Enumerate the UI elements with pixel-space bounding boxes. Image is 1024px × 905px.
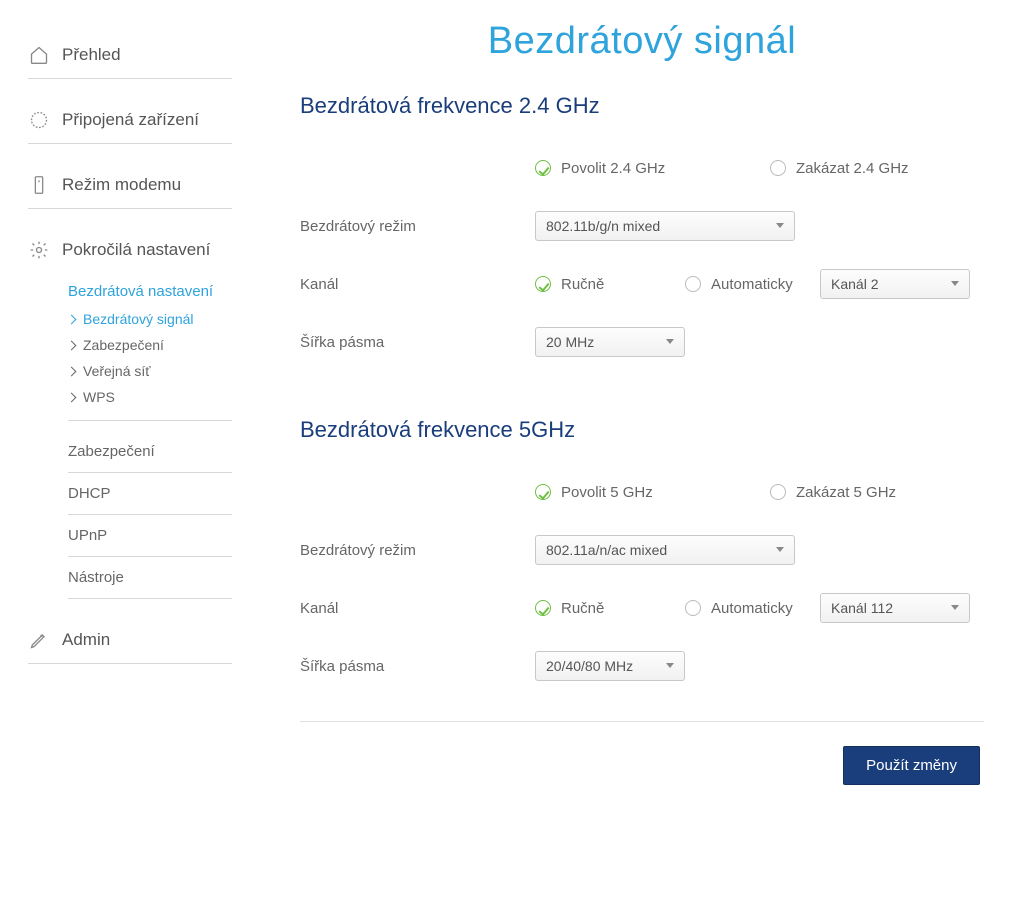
caret-down-icon xyxy=(951,281,959,286)
subnav-item-label: Zabezpečení xyxy=(83,337,164,353)
chevron-right-icon xyxy=(67,340,77,350)
select-5-channel[interactable]: Kanál 112 xyxy=(820,593,970,623)
subnav-item-signal[interactable]: Bezdrátový signál xyxy=(68,306,232,332)
nav-overview[interactable]: Přehled xyxy=(28,32,232,79)
select-5-mode-value: 802.11a/n/ac mixed xyxy=(546,542,667,558)
subnav-item-wps[interactable]: WPS xyxy=(68,384,232,410)
select-24-bandwidth-value: 20 MHz xyxy=(546,334,594,350)
subnav-plain-dhcp[interactable]: DHCP xyxy=(68,473,232,515)
radio-24-manual[interactable] xyxy=(535,276,551,292)
label-5-bandwidth: Šířka pásma xyxy=(300,658,535,675)
label-24-mode: Bezdrátový režim xyxy=(300,218,535,235)
row-24-bandwidth: Šířka pásma 20 MHz xyxy=(300,327,984,357)
chevron-right-icon xyxy=(67,392,77,402)
nav-admin[interactable]: Admin xyxy=(28,617,232,664)
label-24-channel: Kanál xyxy=(300,276,535,293)
radio-5-enable-label[interactable]: Povolit 5 GHz xyxy=(561,484,653,501)
divider xyxy=(300,721,984,722)
nav-devices[interactable]: Připojená zařízení xyxy=(28,97,232,144)
sidebar: Přehled Připojená zařízení Režim modemu … xyxy=(0,0,260,905)
radio-5-disable[interactable] xyxy=(770,484,786,500)
row-5-enable: Povolit 5 GHz Zakázat 5 GHz xyxy=(300,477,984,507)
select-5-bandwidth[interactable]: 20/40/80 MHz xyxy=(535,651,685,681)
actions-bar: Použít změny xyxy=(300,746,984,785)
row-5-bandwidth: Šířka pásma 20/40/80 MHz xyxy=(300,651,984,681)
caret-down-icon xyxy=(666,663,674,668)
radio-24-enable-label[interactable]: Povolit 2.4 GHz xyxy=(561,160,665,177)
caret-down-icon xyxy=(776,223,784,228)
select-24-mode[interactable]: 802.11b/g/n mixed xyxy=(535,211,795,241)
nav-admin-label: Admin xyxy=(62,630,110,650)
label-5-mode: Bezdrátový režim xyxy=(300,542,535,559)
radio-24-auto[interactable] xyxy=(685,276,701,292)
subnav-wireless-header[interactable]: Bezdrátová nastavení xyxy=(68,273,232,306)
row-5-mode: Bezdrátový režim 802.11a/n/ac mixed xyxy=(300,535,984,565)
subnav-item-security[interactable]: Zabezpečení xyxy=(68,332,232,358)
section-24ghz: Bezdrátová frekvence 2.4 GHz Povolit 2.4… xyxy=(300,93,984,357)
caret-down-icon xyxy=(776,547,784,552)
row-5-channel: Kanál Ručně Automaticky Kanál 112 xyxy=(300,593,984,623)
select-24-channel-value: Kanál 2 xyxy=(831,276,878,292)
chevron-right-icon xyxy=(67,314,77,324)
label-5-channel: Kanál xyxy=(300,600,535,617)
select-24-bandwidth[interactable]: 20 MHz xyxy=(535,327,685,357)
caret-down-icon xyxy=(951,605,959,610)
radio-24-manual-label[interactable]: Ručně xyxy=(561,276,604,293)
nav-overview-label: Přehled xyxy=(62,45,121,65)
select-24-mode-value: 802.11b/g/n mixed xyxy=(546,218,660,234)
subnav-item-label: Veřejná síť xyxy=(83,363,151,379)
devices-icon xyxy=(28,109,50,131)
select-5-bandwidth-value: 20/40/80 MHz xyxy=(546,658,633,674)
radio-5-manual[interactable] xyxy=(535,600,551,616)
chevron-right-icon xyxy=(67,366,77,376)
nav-modem-mode[interactable]: Režim modemu xyxy=(28,162,232,209)
radio-5-manual-label[interactable]: Ručně xyxy=(561,600,604,617)
modem-icon xyxy=(28,174,50,196)
gear-icon xyxy=(28,239,50,261)
row-24-mode: Bezdrátový režim 802.11b/g/n mixed xyxy=(300,211,984,241)
subnav-item-label: Bezdrátový signál xyxy=(83,311,194,327)
radio-5-auto[interactable] xyxy=(685,600,701,616)
section-24ghz-title: Bezdrátová frekvence 2.4 GHz xyxy=(300,93,984,119)
radio-24-disable-label[interactable]: Zakázat 2.4 GHz xyxy=(796,160,909,177)
content: Bezdrátový signál Bezdrátová frekvence 2… xyxy=(260,0,1024,905)
nav-advanced[interactable]: Pokročilá nastavení xyxy=(28,227,232,273)
caret-down-icon xyxy=(666,339,674,344)
nav-modem-mode-label: Režim modemu xyxy=(62,175,181,195)
nav-devices-label: Připojená zařízení xyxy=(62,110,199,130)
row-24-enable: Povolit 2.4 GHz Zakázat 2.4 GHz xyxy=(300,153,984,183)
radio-24-disable[interactable] xyxy=(770,160,786,176)
nav-advanced-label: Pokročilá nastavení xyxy=(62,240,210,260)
apply-button[interactable]: Použít změny xyxy=(843,746,980,785)
select-5-mode[interactable]: 802.11a/n/ac mixed xyxy=(535,535,795,565)
section-5ghz: Bezdrátová frekvence 5GHz Povolit 5 GHz … xyxy=(300,417,984,681)
pencil-icon xyxy=(28,629,50,651)
section-5ghz-title: Bezdrátová frekvence 5GHz xyxy=(300,417,984,443)
subnav-item-label: WPS xyxy=(83,389,115,405)
radio-5-enable[interactable] xyxy=(535,484,551,500)
radio-5-auto-label[interactable]: Automaticky xyxy=(711,600,793,617)
radio-24-auto-label[interactable]: Automaticky xyxy=(711,276,793,293)
radio-5-disable-label[interactable]: Zakázat 5 GHz xyxy=(796,484,896,501)
select-5-channel-value: Kanál 112 xyxy=(831,600,893,616)
page-title: Bezdrátový signál xyxy=(300,20,984,63)
subnav-plain-upnp[interactable]: UPnP xyxy=(68,515,232,557)
label-24-bandwidth: Šířka pásma xyxy=(300,334,535,351)
subnav-wireless: Bezdrátová nastavení Bezdrátový signál Z… xyxy=(28,273,232,599)
subnav-plain-security[interactable]: Zabezpečení xyxy=(68,431,232,473)
subnav-plain-tools[interactable]: Nástroje xyxy=(68,557,232,599)
subnav-item-public-net[interactable]: Veřejná síť xyxy=(68,358,232,384)
home-icon xyxy=(28,44,50,66)
radio-24-enable[interactable] xyxy=(535,160,551,176)
row-24-channel: Kanál Ručně Automaticky Kanál 2 xyxy=(300,269,984,299)
select-24-channel[interactable]: Kanál 2 xyxy=(820,269,970,299)
